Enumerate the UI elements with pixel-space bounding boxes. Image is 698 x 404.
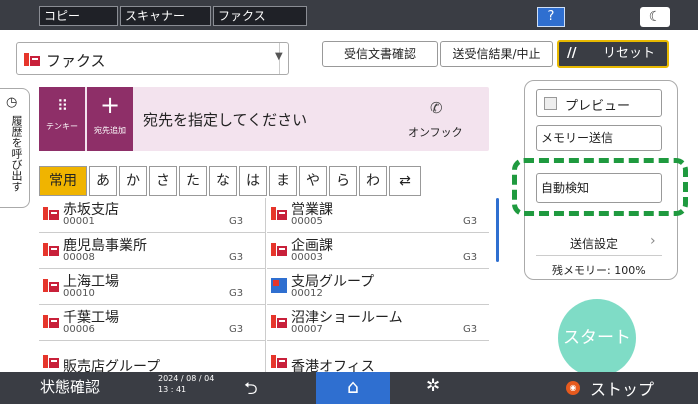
fax-icon	[43, 278, 59, 293]
list-item[interactable]: 支局グループ 00012	[267, 270, 489, 301]
index-tab-ha[interactable]: は	[239, 166, 267, 196]
index-tab-ra[interactable]: ら	[329, 166, 357, 196]
index-tab-ya[interactable]: や	[299, 166, 327, 196]
entry-line: G3	[463, 216, 478, 227]
send-settings-label: 送信設定	[570, 237, 619, 251]
index-tab-switch-icon[interactable]: ⇄	[389, 166, 421, 196]
memory-send-button[interactable]: メモリー送信	[536, 125, 662, 151]
fax-icon	[271, 206, 287, 221]
stop-icon: ◉	[566, 381, 580, 395]
preview-checkbox[interactable]	[544, 97, 557, 110]
tab-scanner[interactable]: スキャナー	[120, 6, 211, 26]
group-icon	[271, 278, 287, 293]
plus-icon: +	[99, 91, 121, 119]
index-tab-wa[interactable]: わ	[359, 166, 387, 196]
list-item[interactable]: 販売店グループ	[39, 342, 265, 372]
list-item[interactable]: 香港オフィス	[267, 342, 489, 372]
entry-line: G3	[229, 324, 244, 335]
send-result-button[interactable]: 送受信結果/中止	[440, 41, 553, 67]
fax-icon	[43, 314, 59, 329]
list-item[interactable]: 企画課 00003 G3	[267, 234, 489, 265]
list-item[interactable]: 鹿児島事業所 00008 G3	[39, 234, 265, 265]
entry-number: 00008	[63, 252, 95, 263]
highlight-frame	[512, 158, 688, 216]
date: 2024 / 08 / 04	[158, 374, 215, 383]
start-button[interactable]: スタート	[558, 299, 636, 377]
reset-icon: //	[567, 46, 577, 61]
fax-icon	[43, 242, 59, 257]
history-tab[interactable]: ◷ 履歴を呼び出す	[0, 88, 30, 208]
add-destination-label: 宛先追加	[94, 126, 126, 135]
fax-icon	[43, 354, 59, 369]
list-scrollbar[interactable]	[496, 198, 499, 262]
entry-number: 00006	[63, 324, 95, 335]
entry-number: 00005	[291, 216, 323, 227]
help-button[interactable]: ?	[537, 7, 565, 27]
list-item[interactable]: 沼津ショールーム 00007 G3	[267, 306, 489, 337]
chevron-down-icon: ▼	[275, 51, 283, 62]
stop-label: ストップ	[590, 380, 655, 399]
entry-number: 00007	[291, 324, 323, 335]
time: 13 : 41	[158, 385, 187, 394]
index-tab-ta[interactable]: た	[179, 166, 207, 196]
fax-icon	[271, 314, 287, 329]
entry-line: G3	[463, 252, 478, 263]
fax-icon	[271, 354, 287, 369]
entry-name: 販売店グループ	[63, 359, 161, 372]
memory-remaining: 残メモリー: 100%	[552, 264, 646, 277]
list-item[interactable]: 千葉工場 00006 G3	[39, 306, 265, 337]
entry-number: 00003	[291, 252, 323, 263]
index-tab-na[interactable]: な	[209, 166, 237, 196]
entry-line: G3	[229, 216, 244, 227]
entry-line: G3	[229, 252, 244, 263]
index-tab-ma[interactable]: ま	[269, 166, 297, 196]
index-tab-ka[interactable]: か	[119, 166, 147, 196]
add-destination-button[interactable]: + 宛先追加	[87, 87, 133, 151]
onhook-button[interactable]: オンフック	[408, 124, 463, 140]
tenkey-button[interactable]: ⠿ テンキー	[39, 87, 85, 151]
preview-label: プレビュー	[565, 99, 631, 114]
entry-number: 00001	[63, 216, 95, 227]
index-tab-common[interactable]: 常用	[39, 166, 87, 196]
history-tab-label: 履歴を呼び出す	[10, 115, 23, 192]
tab-copy[interactable]: コピー	[39, 6, 118, 26]
stop-button[interactable]: ◉ ストップ	[554, 372, 698, 404]
address-list: 赤坂支店 00001 G3 鹿児島事業所 00008 G3 上海工場 00010…	[39, 198, 495, 372]
received-docs-button[interactable]: 受信文書確認	[322, 41, 438, 67]
home-icon[interactable]: ⌂	[316, 372, 390, 404]
reset-button[interactable]: // リセット	[557, 40, 669, 68]
send-settings-button[interactable]: 送信設定 ›	[536, 230, 662, 256]
mode-select[interactable]: ファクス ▼	[16, 42, 289, 75]
destination-prompt: 宛先を指定してください	[143, 111, 308, 129]
tab-fax[interactable]: ファクス	[213, 6, 307, 26]
list-item[interactable]: 赤坂支店 00001 G3	[39, 198, 265, 229]
keypad-icon: ⠿	[57, 97, 68, 115]
entry-number: 00012	[291, 288, 323, 299]
mode-select-value: ファクス	[46, 52, 106, 70]
moon-icon[interactable]: ☾	[640, 7, 670, 27]
chevron-right-icon: ›	[650, 233, 656, 249]
list-item[interactable]: 営業課 00005 G3	[267, 198, 489, 229]
preview-button[interactable]: プレビュー	[536, 89, 662, 117]
back-icon[interactable]: ⮌	[244, 376, 258, 404]
entry-line: G3	[463, 324, 478, 335]
reset-label: リセット	[603, 46, 656, 61]
phone-icon: ✆	[430, 99, 443, 117]
index-tab-a[interactable]: あ	[89, 166, 117, 196]
fax-icon	[24, 52, 40, 67]
list-item[interactable]: 上海工場 00010 G3	[39, 270, 265, 301]
index-tabs: 常用 あ か さ た な は ま や ら わ ⇄	[39, 166, 491, 196]
index-tab-sa[interactable]: さ	[149, 166, 177, 196]
entry-line: G3	[229, 288, 244, 299]
entry-name: 香港オフィス	[291, 359, 375, 372]
fax-icon	[271, 242, 287, 257]
gear-icon[interactable]: ✲	[426, 376, 440, 396]
entry-number: 00010	[63, 288, 95, 299]
clock-icon: ◷	[6, 95, 18, 110]
status-check-button[interactable]: 状態確認	[40, 376, 100, 397]
fax-icon	[43, 206, 59, 221]
clock-display: 2024 / 08 / 04 13 : 41	[158, 373, 218, 403]
tenkey-label: テンキー	[46, 122, 78, 131]
